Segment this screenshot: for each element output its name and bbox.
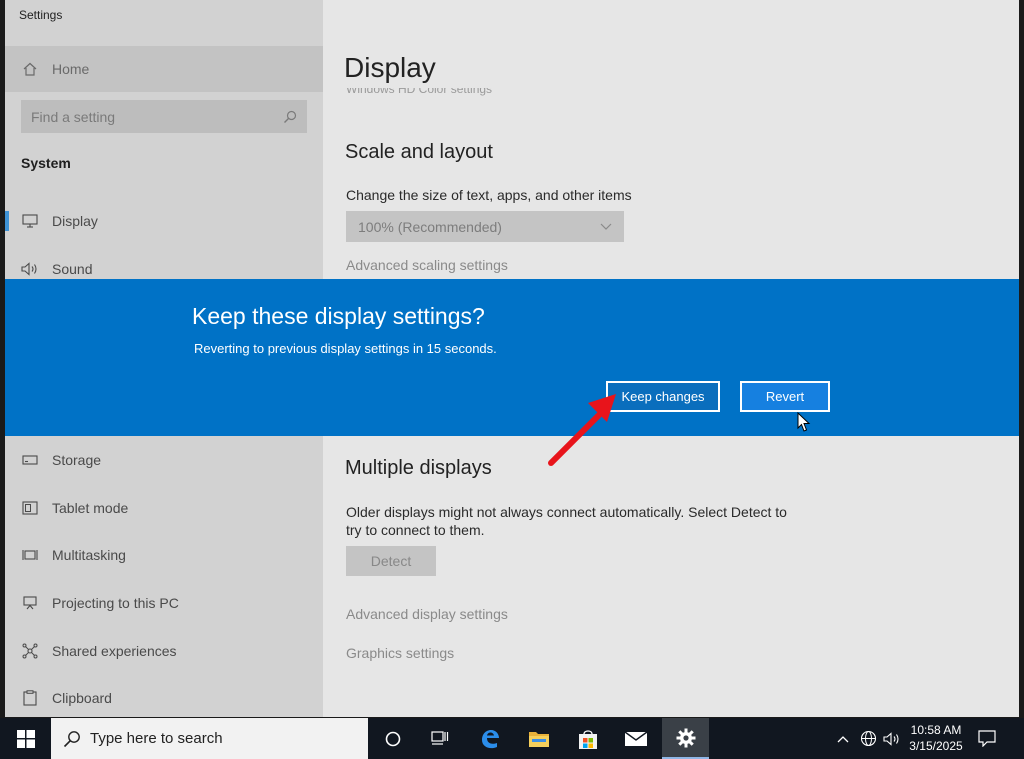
sidebar-item-label: Clipboard [52,690,112,706]
find-setting-input[interactable] [31,108,283,125]
multitasking-icon [21,546,39,564]
detect-button[interactable]: Detect [346,546,436,576]
clipboard-icon [21,689,39,707]
mail-button[interactable] [613,718,659,759]
notification-icon [978,730,996,747]
mail-envelope-icon [624,730,648,746]
volume-button[interactable] [881,718,903,759]
mouse-cursor-icon [797,412,811,432]
page-title: Display [344,52,436,83]
task-view-button[interactable] [417,718,463,759]
shared-experiences-icon [21,642,39,660]
settings-taskbar-button[interactable] [662,718,709,759]
sidebar-item-tablet-mode[interactable]: Tablet mode [5,486,323,530]
cortana-circle-icon [385,731,401,746]
tablet-mode-icon [21,499,39,517]
store-bag-icon [579,729,597,749]
sidebar-item-label: Sound [52,261,93,277]
multiple-displays-heading: Multiple displays [345,457,492,479]
gear-icon [676,728,695,747]
projecting-icon [21,594,39,612]
search-icon[interactable] [283,110,297,124]
monitor-icon [21,212,39,230]
store-button[interactable] [565,718,611,759]
keep-display-settings-dialog: Keep these display settings? Reverting t… [5,279,1019,436]
cortana-button[interactable] [370,718,416,759]
volume-icon [883,731,899,746]
advanced-display-link[interactable]: Advanced display settings [346,606,508,622]
sidebar-item-display[interactable]: Display [5,199,323,243]
start-button[interactable] [0,718,51,759]
sidebar-item-label: Storage [52,452,102,468]
chevron-up-icon [837,735,849,742]
dialog-title: Keep these display settings? [192,303,485,329]
show-hidden-icons-button[interactable] [833,718,853,759]
taskbar-clock[interactable]: 10:58 AM 3/15/2025 [905,722,967,754]
sidebar-item-label: Multitasking [52,547,126,563]
chevron-down-icon [600,223,612,230]
action-center-button[interactable] [970,718,1004,759]
find-setting-search[interactable] [21,100,307,133]
taskbar-search-box[interactable]: Type here to search [51,718,368,759]
clock-time: 10:58 AM [910,723,962,737]
sidebar-item-label: Tablet mode [52,500,129,516]
scale-dropdown-value: 100% (Recommended) [358,218,502,235]
sidebar-item-label: Projecting to this PC [52,595,179,611]
scale-label: Change the size of text, apps, and other… [346,187,632,203]
home-icon [22,61,40,77]
scale-dropdown[interactable]: 100% (Recommended) [346,211,624,242]
edge-icon [482,729,499,748]
hd-color-settings-link[interactable]: Windows HD Color settings [346,88,516,96]
section-heading-system: System [21,155,71,171]
sidebar-item-storage[interactable]: Storage [5,438,323,482]
revert-button[interactable]: Revert [740,381,830,412]
window-title: Settings [19,8,63,22]
graphics-settings-link[interactable]: Graphics settings [346,645,454,661]
sidebar-item-label: Shared experiences [52,643,177,659]
network-button[interactable] [857,718,879,759]
sidebar-item-shared-experiences[interactable]: Shared experiences [5,629,323,673]
multiple-displays-desc-line2: try to connect to them. [346,522,485,538]
search-icon [63,730,81,748]
sidebar-item-clipboard[interactable]: Clipboard [5,676,323,720]
advanced-scaling-link[interactable]: Advanced scaling settings [346,257,508,273]
speaker-icon [21,260,39,278]
clock-date: 3/15/2025 [909,739,963,753]
sidebar-item-multitasking[interactable]: Multitasking [5,533,323,577]
sidebar-item-label: Display [52,213,98,229]
sidebar-item-home[interactable]: Home [5,46,323,92]
scale-layout-heading: Scale and layout [345,141,493,163]
taskbar-search-placeholder: Type here to search [90,730,223,747]
globe-network-icon [860,730,876,747]
file-explorer-button[interactable] [516,718,562,759]
taskbar: Type here to search 10:58 AM 3/15/2025 [0,718,1024,759]
task-view-icon [431,730,449,745]
folder-icon [529,731,549,747]
sidebar-item-projecting[interactable]: Projecting to this PC [5,581,323,625]
annotation-arrow-icon [548,394,616,466]
storage-icon [21,451,39,469]
edge-browser-button[interactable] [467,718,513,759]
multiple-displays-desc-line1: Older displays might not always connect … [346,504,787,520]
windows-logo-icon [16,729,35,748]
dialog-message: Reverting to previous display settings i… [194,341,497,356]
sidebar-item-label: Home [52,61,90,77]
